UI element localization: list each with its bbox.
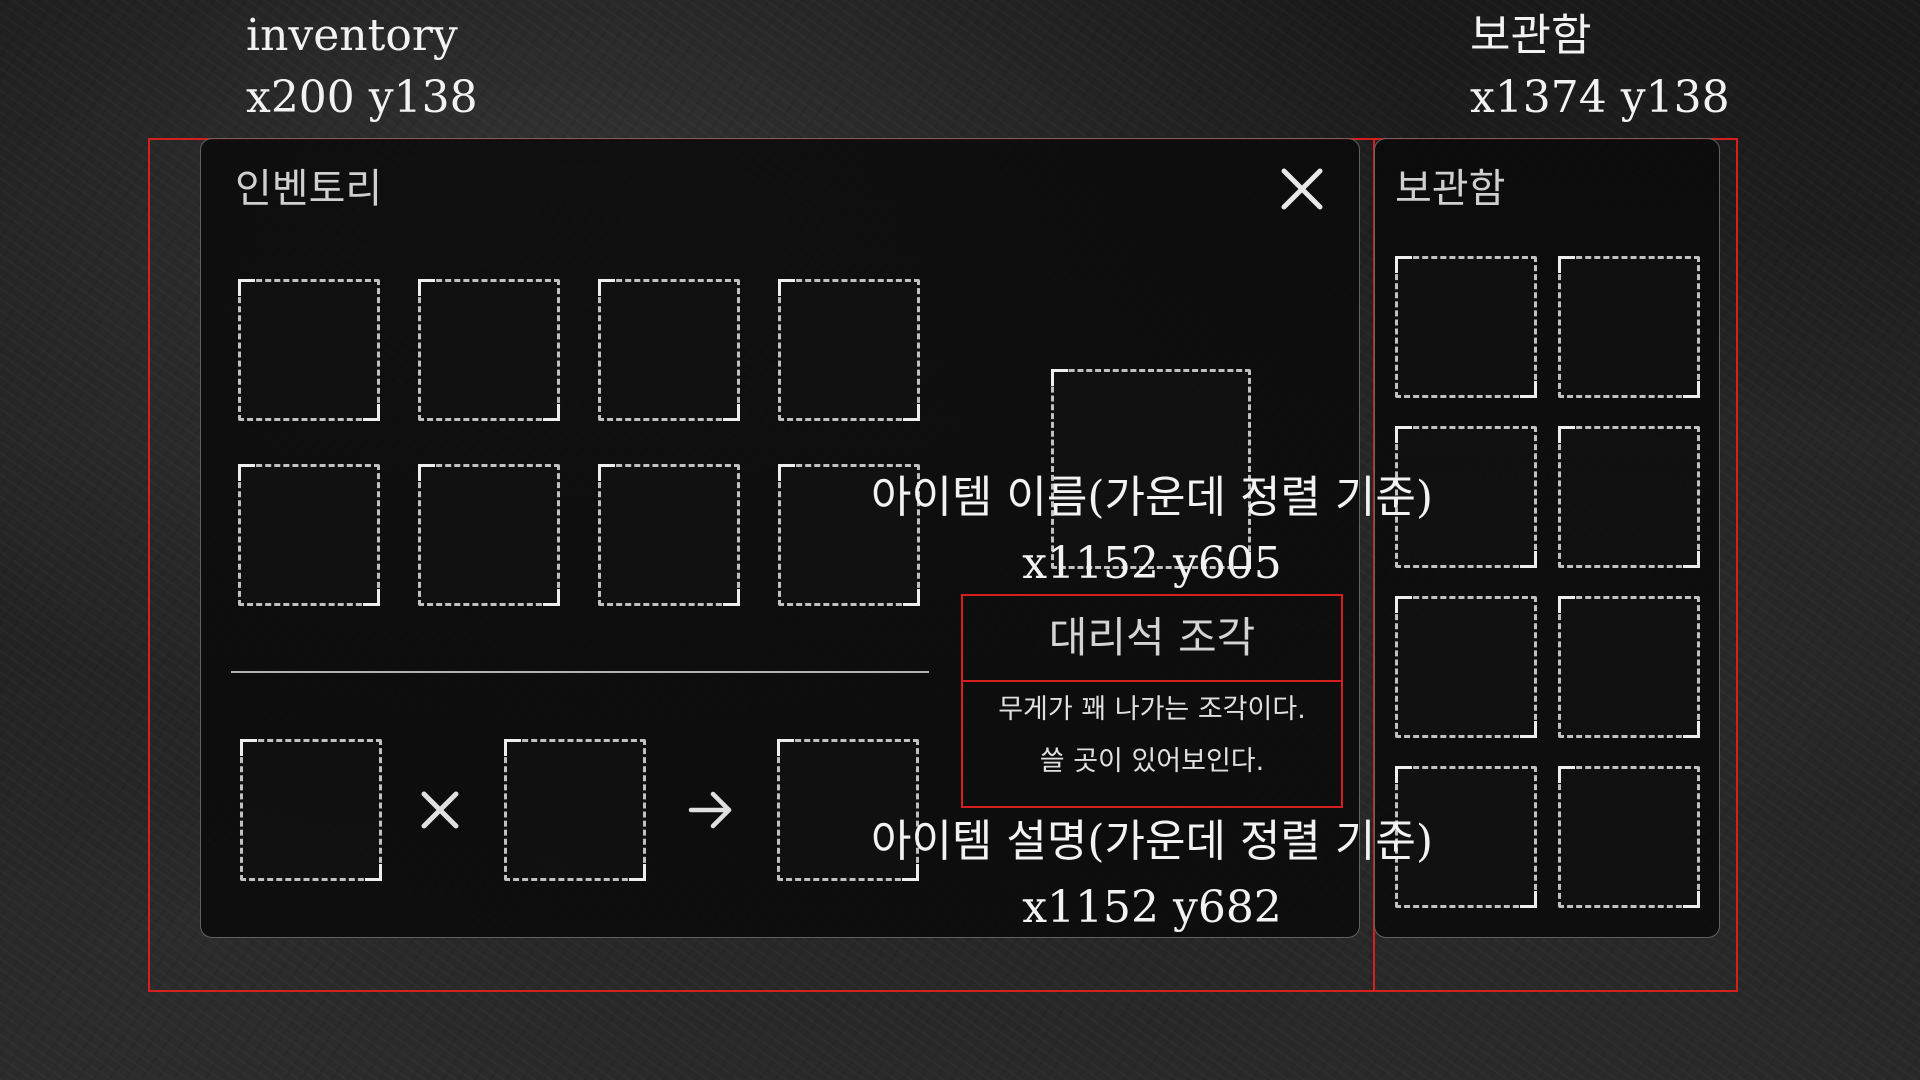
annotation-inventory-label: inventory	[246, 10, 458, 61]
annotation-inventory-coords: x200 y138	[246, 72, 478, 123]
craft-ingredient-slot-2[interactable]	[504, 739, 646, 881]
annotation-item-desc-coords: x1152 y682	[1022, 882, 1282, 933]
storage-slot-6[interactable]	[1558, 596, 1700, 738]
annotation-storage-label: 보관함	[1470, 10, 1592, 61]
inventory-slot-6[interactable]	[418, 464, 560, 606]
storage-slot-1[interactable]	[1395, 256, 1537, 398]
inventory-title: 인벤토리	[235, 166, 383, 212]
storage-title: 보관함	[1395, 166, 1506, 212]
item-description-line-1: 무게가 꽤 나가는 조각이다.	[998, 694, 1306, 725]
inventory-slot-5[interactable]	[238, 464, 380, 606]
item-description-line-2: 쓸 곳이 있어보인다.	[1039, 746, 1265, 777]
arrow-right-icon	[688, 791, 732, 829]
annotation-storage-coords: x1374 y138	[1470, 72, 1730, 123]
storage-slot-2[interactable]	[1558, 256, 1700, 398]
multiply-icon	[421, 791, 459, 829]
storage-slot-8[interactable]	[1558, 766, 1700, 908]
annotation-item-name-coords: x1152 y605	[1022, 538, 1282, 589]
inventory-slot-3[interactable]	[598, 279, 740, 421]
inventory-slot-4[interactable]	[778, 279, 920, 421]
item-name: 대리석 조각	[1048, 613, 1256, 662]
storage-slot-4[interactable]	[1558, 426, 1700, 568]
annotation-item-desc-label: 아이템 설명(가운데 정렬 기준)	[870, 816, 1434, 867]
close-icon[interactable]	[1279, 166, 1325, 212]
annotation-item-name-label: 아이템 이름(가운데 정렬 기준)	[870, 472, 1434, 523]
divider	[231, 671, 929, 673]
craft-ingredient-slot-1[interactable]	[240, 739, 382, 881]
storage-slot-5[interactable]	[1395, 596, 1537, 738]
inventory-slot-7[interactable]	[598, 464, 740, 606]
inventory-slot-2[interactable]	[418, 279, 560, 421]
inventory-slot-1[interactable]	[238, 279, 380, 421]
